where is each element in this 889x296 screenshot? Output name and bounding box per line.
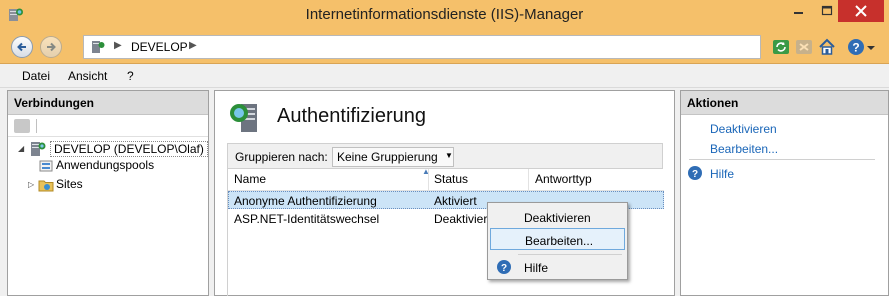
- chevron-down-icon[interactable]: [866, 37, 876, 57]
- context-menu-item-bearbeiten[interactable]: Bearbeiten...: [490, 228, 625, 250]
- tree-expand-icon[interactable]: ▷: [28, 180, 34, 189]
- connections-toolbar: [8, 115, 208, 137]
- tree-collapse-icon[interactable]: ◢: [18, 144, 24, 153]
- address-bar: ▶ DEVELOP ▶ ?: [0, 30, 889, 64]
- tree-label-app-pools: Anwendungspools: [56, 158, 155, 172]
- help-icon: ?: [687, 165, 703, 184]
- list-header: ▲ Name Status Antworttyp: [228, 167, 664, 191]
- forward-button[interactable]: [40, 36, 62, 58]
- column-header-name[interactable]: Name: [234, 172, 266, 186]
- server-icon: [90, 39, 106, 58]
- help-icon: ?: [496, 259, 512, 278]
- back-arrow-icon: [17, 42, 26, 52]
- group-by-value: Keine Gruppierung: [337, 150, 438, 164]
- feature-title: Authentifizierung: [277, 105, 426, 127]
- context-menu-item-hilfe[interactable]: ? Hilfe: [490, 256, 625, 278]
- row-name: Anonyme Authentifizierung: [234, 194, 377, 208]
- forward-arrow-icon: [47, 42, 56, 52]
- column-divider[interactable]: [528, 169, 529, 191]
- connections-panel: Verbindungen ◢ DEVELOP (DEVELOP\Olaf) An…: [7, 90, 209, 296]
- tree-label-server: DEVELOP (DEVELOP\Olaf): [50, 141, 208, 157]
- actions-panel: Aktionen Deaktivieren Bearbeiten... ? Hi…: [680, 90, 889, 296]
- tree-label-sites: Sites: [56, 177, 83, 191]
- context-menu: Deaktivieren Bearbeiten... ? Hilfe: [487, 202, 628, 280]
- svg-text:?: ?: [501, 263, 507, 274]
- context-menu-label: Bearbeiten...: [525, 234, 594, 248]
- menu-bar: Datei Ansicht ?: [0, 64, 889, 88]
- connections-header: Verbindungen: [8, 91, 208, 115]
- back-button[interactable]: [11, 36, 33, 58]
- row-name: ASP.NET-Identitätswechsel: [234, 212, 380, 226]
- group-by-select[interactable]: Keine Gruppierung ▼: [332, 147, 454, 167]
- menu-help[interactable]: ?: [127, 69, 134, 83]
- breadcrumb-separator-icon[interactable]: ▶: [114, 40, 122, 51]
- menu-datei[interactable]: Datei: [22, 69, 50, 83]
- row-status: Aktiviert: [434, 194, 477, 208]
- connect-icon[interactable]: [14, 119, 30, 133]
- context-menu-label: Deaktivieren: [524, 211, 591, 225]
- context-menu-separator: [518, 254, 622, 255]
- refresh-icon[interactable]: [771, 37, 791, 57]
- svg-text:?: ?: [692, 169, 698, 180]
- title-bar: Internetinformationsdienste (IIS)-Manage…: [0, 0, 889, 30]
- chevron-down-icon: ▼: [445, 151, 453, 160]
- address-field[interactable]: ▶ DEVELOP ▶: [83, 35, 761, 59]
- sites-folder-icon: [38, 177, 54, 196]
- breadcrumb-separator-icon[interactable]: ▶: [189, 40, 197, 51]
- action-bearbeiten-link[interactable]: Bearbeiten...: [710, 142, 778, 156]
- action-hilfe-link[interactable]: Hilfe: [710, 167, 734, 181]
- menu-ansicht[interactable]: Ansicht: [68, 69, 107, 83]
- breadcrumb-develop[interactable]: DEVELOP: [131, 40, 188, 54]
- context-menu-label: Hilfe: [524, 261, 549, 275]
- svg-text:?: ?: [852, 41, 859, 55]
- stop-icon[interactable]: [794, 37, 814, 57]
- actions-header: Aktionen: [681, 91, 888, 115]
- group-by-label: Gruppieren nach:: [235, 150, 328, 164]
- help-icon[interactable]: ?: [846, 37, 866, 57]
- actions-separator: [689, 159, 875, 160]
- column-header-type[interactable]: Antworttyp: [535, 172, 592, 186]
- home-icon[interactable]: [817, 37, 837, 57]
- row-status: Deaktiviert: [434, 212, 491, 226]
- context-menu-item-deaktivieren[interactable]: Deaktivieren: [490, 206, 625, 228]
- minimize-button[interactable]: [783, 0, 813, 22]
- toolbar-separator: [36, 119, 37, 133]
- column-divider[interactable]: [428, 169, 429, 191]
- app-pool-icon: [38, 158, 54, 177]
- authentication-icon: [227, 101, 265, 138]
- column-header-status[interactable]: Status: [434, 172, 468, 186]
- group-by-bar: Gruppieren nach: Keine Gruppierung ▼: [227, 143, 663, 169]
- action-deaktivieren-link[interactable]: Deaktivieren: [710, 122, 777, 136]
- close-button[interactable]: [838, 0, 884, 22]
- window-title: Internetinformationsdienste (IIS)-Manage…: [305, 6, 584, 23]
